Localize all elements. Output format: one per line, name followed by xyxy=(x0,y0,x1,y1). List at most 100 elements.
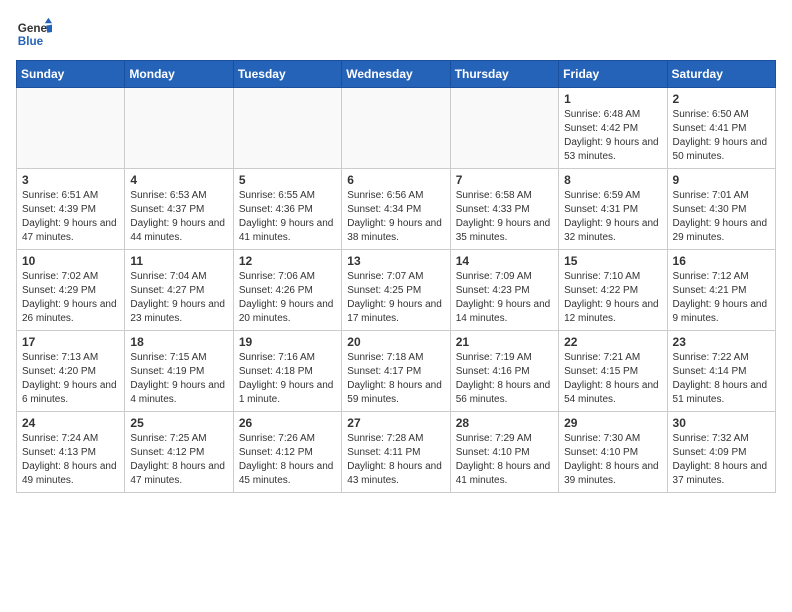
calendar-cell: 2 Sunrise: 6:50 AMSunset: 4:41 PMDaylight… xyxy=(667,88,775,169)
page-header: General Blue xyxy=(16,16,776,52)
day-info: Sunrise: 6:50 AMSunset: 4:41 PMDaylight:… xyxy=(673,108,770,164)
header-sunday: Sunday xyxy=(17,61,125,88)
day-number: 6 xyxy=(347,173,444,187)
calendar-cell: 25Sunrise: 7:25 AMSunset: 4:12 PMDayligh… xyxy=(125,412,233,493)
calendar-cell: 26Sunrise: 7:26 AMSunset: 4:12 PMDayligh… xyxy=(233,412,341,493)
day-number: 8 xyxy=(564,173,661,187)
day-number: 27 xyxy=(347,416,444,430)
day-info: Sunrise: 7:16 AMSunset: 4:18 PMDaylight:… xyxy=(239,351,336,407)
header-saturday: Saturday xyxy=(667,61,775,88)
calendar-cell: 28 Sunrise: 7:29 AMSunset: 4:10 PMDayligh… xyxy=(450,412,558,493)
header-friday: Friday xyxy=(559,61,667,88)
day-info: Sunrise: 7:13 AMSunset: 4:20 PMDaylight:… xyxy=(22,351,119,407)
calendar-cell xyxy=(342,88,450,169)
calendar-cell: 11Sunrise: 7:04 AMSunset: 4:27 PMDayligh… xyxy=(125,250,233,331)
day-number: 21 xyxy=(456,335,553,349)
calendar-cell: 10 Sunrise: 7:02 AMSunset: 4:29 PMDayligh… xyxy=(17,250,125,331)
logo: General Blue xyxy=(16,16,52,52)
day-info: Sunrise: 7:29 AMSunset: 4:10 PMDaylight:… xyxy=(456,432,553,488)
day-info: Sunrise: 7:32 AMSunset: 4:09 PMDaylight:… xyxy=(673,432,770,488)
day-number: 29 xyxy=(564,416,661,430)
calendar-week-row: 24 Sunrise: 7:24 AMSunset: 4:13 PMDayligh… xyxy=(17,412,776,493)
calendar-header-row: SundayMondayTuesdayWednesdayThursdayFrid… xyxy=(17,61,776,88)
day-number: 20 xyxy=(347,335,444,349)
calendar-cell: 4 Sunrise: 6:53 AMSunset: 4:37 PMDaylight… xyxy=(125,169,233,250)
calendar-cell: 20 Sunrise: 7:18 AMSunset: 4:17 PMDayligh… xyxy=(342,331,450,412)
day-number: 7 xyxy=(456,173,553,187)
day-number: 22 xyxy=(564,335,661,349)
day-number: 16 xyxy=(673,254,770,268)
calendar-cell: 9Sunrise: 7:01 AMSunset: 4:30 PMDaylight… xyxy=(667,169,775,250)
day-number: 28 xyxy=(456,416,553,430)
day-info: Sunrise: 7:30 AMSunset: 4:10 PMDaylight:… xyxy=(564,432,661,488)
calendar-week-row: 1 Sunrise: 6:48 AMSunset: 4:42 PMDaylight… xyxy=(17,88,776,169)
day-info: Sunrise: 7:01 AMSunset: 4:30 PMDaylight:… xyxy=(673,189,770,245)
calendar-cell: 14 Sunrise: 7:09 AMSunset: 4:23 PMDayligh… xyxy=(450,250,558,331)
day-info: Sunrise: 6:56 AMSunset: 4:34 PMDaylight:… xyxy=(347,189,444,245)
calendar-cell: 30 Sunrise: 7:32 AMSunset: 4:09 PMDayligh… xyxy=(667,412,775,493)
header-tuesday: Tuesday xyxy=(233,61,341,88)
calendar-cell: 16 Sunrise: 7:12 AMSunset: 4:21 PMDayligh… xyxy=(667,250,775,331)
day-number: 24 xyxy=(22,416,119,430)
day-info: Sunrise: 7:24 AMSunset: 4:13 PMDaylight:… xyxy=(22,432,119,488)
day-number: 4 xyxy=(130,173,227,187)
calendar-cell: 7 Sunrise: 6:58 AMSunset: 4:33 PMDaylight… xyxy=(450,169,558,250)
day-info: Sunrise: 6:58 AMSunset: 4:33 PMDaylight:… xyxy=(456,189,553,245)
header-monday: Monday xyxy=(125,61,233,88)
calendar-cell: 23Sunrise: 7:22 AMSunset: 4:14 PMDayligh… xyxy=(667,331,775,412)
day-number: 1 xyxy=(564,92,661,106)
calendar-cell: 27Sunrise: 7:28 AMSunset: 4:11 PMDayligh… xyxy=(342,412,450,493)
header-wednesday: Wednesday xyxy=(342,61,450,88)
day-info: Sunrise: 7:07 AMSunset: 4:25 PMDaylight:… xyxy=(347,270,444,326)
calendar-cell: 17 Sunrise: 7:13 AMSunset: 4:20 PMDayligh… xyxy=(17,331,125,412)
day-info: Sunrise: 6:53 AMSunset: 4:37 PMDaylight:… xyxy=(130,189,227,245)
svg-text:Blue: Blue xyxy=(18,35,44,48)
day-info: Sunrise: 7:02 AMSunset: 4:29 PMDaylight:… xyxy=(22,270,119,326)
day-number: 5 xyxy=(239,173,336,187)
day-info: Sunrise: 7:25 AMSunset: 4:12 PMDaylight:… xyxy=(130,432,227,488)
day-number: 17 xyxy=(22,335,119,349)
day-number: 10 xyxy=(22,254,119,268)
calendar-cell: 13 Sunrise: 7:07 AMSunset: 4:25 PMDayligh… xyxy=(342,250,450,331)
day-number: 15 xyxy=(564,254,661,268)
day-info: Sunrise: 7:15 AMSunset: 4:19 PMDaylight:… xyxy=(130,351,227,407)
calendar-cell: 24 Sunrise: 7:24 AMSunset: 4:13 PMDayligh… xyxy=(17,412,125,493)
day-info: Sunrise: 7:18 AMSunset: 4:17 PMDaylight:… xyxy=(347,351,444,407)
day-info: Sunrise: 7:09 AMSunset: 4:23 PMDaylight:… xyxy=(456,270,553,326)
calendar-cell: 3 Sunrise: 6:51 AMSunset: 4:39 PMDaylight… xyxy=(17,169,125,250)
day-number: 2 xyxy=(673,92,770,106)
calendar-cell: 22Sunrise: 7:21 AMSunset: 4:15 PMDayligh… xyxy=(559,331,667,412)
calendar-week-row: 10 Sunrise: 7:02 AMSunset: 4:29 PMDayligh… xyxy=(17,250,776,331)
calendar-week-row: 3 Sunrise: 6:51 AMSunset: 4:39 PMDaylight… xyxy=(17,169,776,250)
calendar-cell: 5 Sunrise: 6:55 AMSunset: 4:36 PMDaylight… xyxy=(233,169,341,250)
calendar-cell: 18 Sunrise: 7:15 AMSunset: 4:19 PMDayligh… xyxy=(125,331,233,412)
calendar-cell xyxy=(450,88,558,169)
day-number: 26 xyxy=(239,416,336,430)
calendar-cell: 8 Sunrise: 6:59 AMSunset: 4:31 PMDaylight… xyxy=(559,169,667,250)
day-info: Sunrise: 6:48 AMSunset: 4:42 PMDaylight:… xyxy=(564,108,661,164)
day-info: Sunrise: 7:19 AMSunset: 4:16 PMDaylight:… xyxy=(456,351,553,407)
calendar-cell: 15 Sunrise: 7:10 AMSunset: 4:22 PMDayligh… xyxy=(559,250,667,331)
day-number: 3 xyxy=(22,173,119,187)
day-info: Sunrise: 7:12 AMSunset: 4:21 PMDaylight:… xyxy=(673,270,770,326)
header-thursday: Thursday xyxy=(450,61,558,88)
day-info: Sunrise: 6:55 AMSunset: 4:36 PMDaylight:… xyxy=(239,189,336,245)
day-info: Sunrise: 7:06 AMSunset: 4:26 PMDaylight:… xyxy=(239,270,336,326)
day-number: 19 xyxy=(239,335,336,349)
calendar-table: SundayMondayTuesdayWednesdayThursdayFrid… xyxy=(16,60,776,493)
day-number: 14 xyxy=(456,254,553,268)
day-number: 30 xyxy=(673,416,770,430)
day-info: Sunrise: 6:59 AMSunset: 4:31 PMDaylight:… xyxy=(564,189,661,245)
calendar-cell xyxy=(17,88,125,169)
calendar-cell: 6 Sunrise: 6:56 AMSunset: 4:34 PMDaylight… xyxy=(342,169,450,250)
day-info: Sunrise: 7:10 AMSunset: 4:22 PMDaylight:… xyxy=(564,270,661,326)
day-number: 18 xyxy=(130,335,227,349)
calendar-week-row: 17 Sunrise: 7:13 AMSunset: 4:20 PMDayligh… xyxy=(17,331,776,412)
calendar-cell xyxy=(233,88,341,169)
day-number: 13 xyxy=(347,254,444,268)
calendar-cell: 12Sunrise: 7:06 AMSunset: 4:26 PMDayligh… xyxy=(233,250,341,331)
day-info: Sunrise: 6:51 AMSunset: 4:39 PMDaylight:… xyxy=(22,189,119,245)
calendar-cell: 21 Sunrise: 7:19 AMSunset: 4:16 PMDayligh… xyxy=(450,331,558,412)
calendar-cell: 19 Sunrise: 7:16 AMSunset: 4:18 PMDayligh… xyxy=(233,331,341,412)
calendar-cell: 1 Sunrise: 6:48 AMSunset: 4:42 PMDaylight… xyxy=(559,88,667,169)
